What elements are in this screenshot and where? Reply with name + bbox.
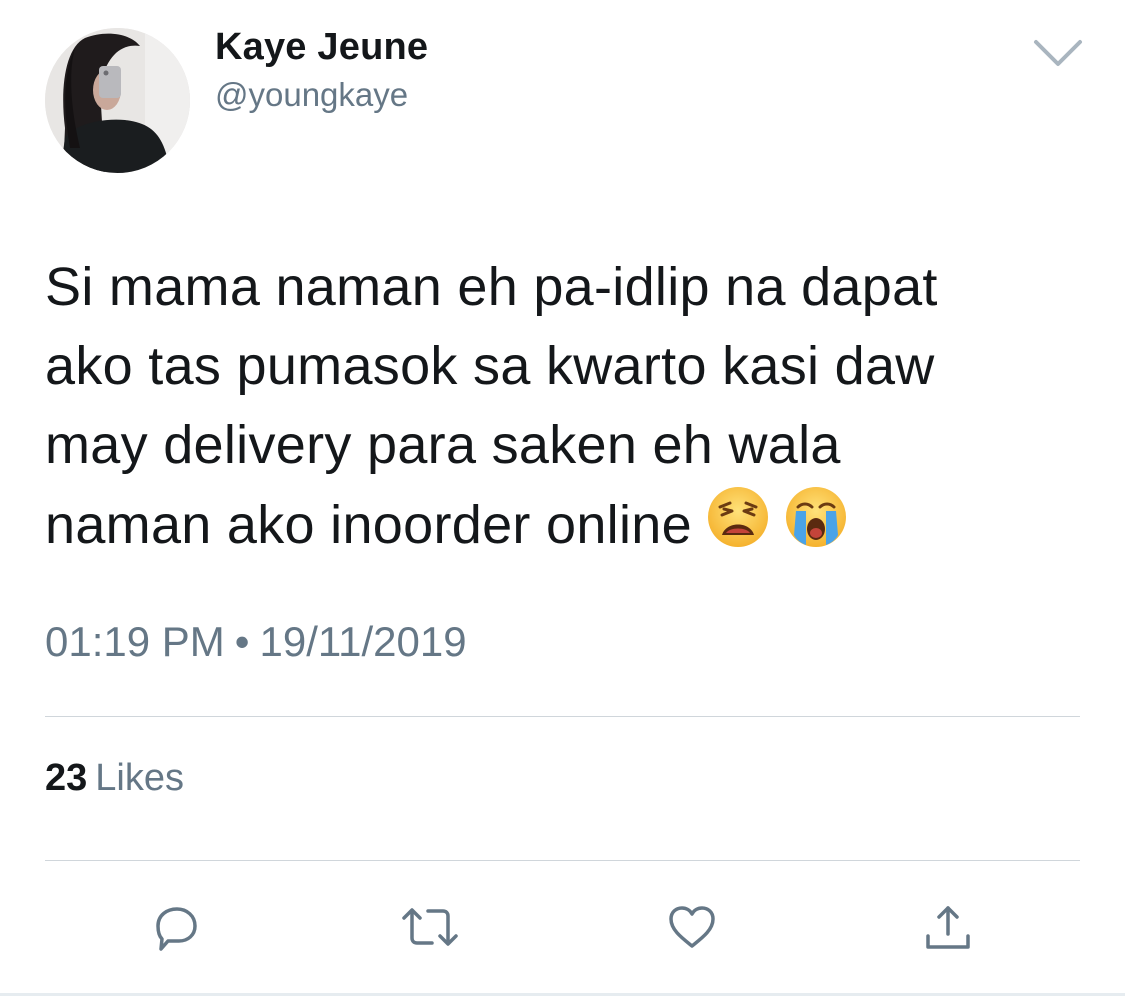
tweet-text: Si mama naman eh pa-idlip na dapat ako t… (45, 248, 1095, 571)
divider (45, 716, 1080, 717)
retweet-icon (402, 908, 458, 946)
reply-icon (156, 907, 197, 951)
likes-stat[interactable]: 23 Likes (45, 757, 184, 800)
likes-count: 23 (45, 757, 88, 799)
avatar[interactable] (45, 28, 190, 173)
display-name[interactable]: Kaye Jeune (215, 26, 428, 69)
timestamp[interactable]: 01:19 PM • 19/11/2019 (45, 618, 467, 666)
like-button[interactable] (664, 900, 720, 956)
tweet-time: 01:19 PM (45, 618, 225, 665)
more-options-button[interactable] (1030, 36, 1086, 70)
user-handle[interactable]: @youngkaye (215, 76, 408, 114)
loudly-crying-face-emoji (784, 485, 848, 571)
reply-button[interactable] (148, 900, 204, 956)
separator-dot: • (234, 618, 250, 665)
heart-icon (669, 906, 715, 948)
tweet-line: Si mama naman eh pa-idlip na dapat (45, 257, 938, 317)
share-icon (926, 906, 970, 949)
chevron-down-icon (1034, 40, 1082, 66)
retweet-button[interactable] (398, 900, 458, 956)
tweet-line-last: naman ako inoorder online (45, 485, 1095, 571)
likes-label: Likes (95, 757, 184, 799)
tweet-line: naman ako inoorder online (45, 495, 692, 555)
share-button[interactable] (920, 900, 976, 956)
divider (45, 860, 1080, 861)
tweet-line: may delivery para saken eh wala (45, 415, 841, 475)
profile-photo (45, 28, 190, 173)
tweet-line: ako tas pumasok sa kwarto kasi daw (45, 336, 935, 396)
tweet-date: 19/11/2019 (259, 618, 467, 665)
weary-face-emoji (706, 485, 770, 571)
